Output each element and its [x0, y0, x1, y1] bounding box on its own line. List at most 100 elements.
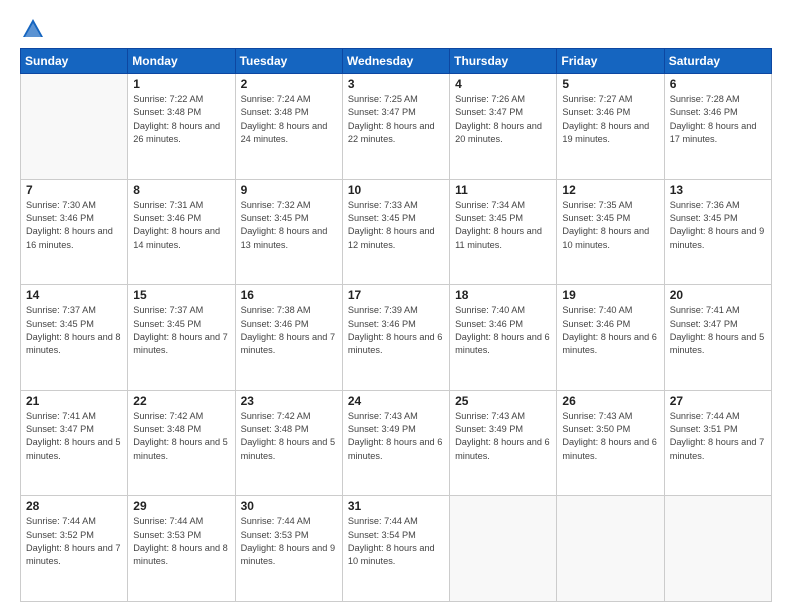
cell-info: Sunrise: 7:22 AMSunset: 3:48 PMDaylight:… [133, 93, 229, 146]
cell-info: Sunrise: 7:25 AMSunset: 3:47 PMDaylight:… [348, 93, 444, 146]
day-number: 22 [133, 394, 229, 408]
calendar-cell: 25 Sunrise: 7:43 AMSunset: 3:49 PMDayligh… [450, 390, 557, 496]
day-number: 25 [455, 394, 551, 408]
day-number: 5 [562, 77, 658, 91]
calendar-cell: 15Sunrise: 7:37 AMSunset: 3:45 PMDayligh… [128, 285, 235, 391]
day-number: 10 [348, 183, 444, 197]
calendar-cell: 2 Sunrise: 7:24 AMSunset: 3:48 PMDaylight… [235, 74, 342, 180]
cell-info: Sunrise: 7:32 AMSunset: 3:45 PMDaylight:… [241, 199, 337, 252]
cell-info: Sunrise: 7:44 AMSunset: 3:53 PMDaylight:… [241, 515, 337, 568]
day-number: 1 [133, 77, 229, 91]
day-number: 21 [26, 394, 122, 408]
day-number: 28 [26, 499, 122, 513]
calendar-cell: 24Sunrise: 7:43 AMSunset: 3:49 PMDayligh… [342, 390, 449, 496]
day-number: 12 [562, 183, 658, 197]
calendar-cell [450, 496, 557, 602]
day-number: 18 [455, 288, 551, 302]
calendar-cell: 10 Sunrise: 7:33 AMSunset: 3:45 PMDayligh… [342, 179, 449, 285]
day-number: 29 [133, 499, 229, 513]
day-number: 9 [241, 183, 337, 197]
cell-info: Sunrise: 7:44 AMSunset: 3:52 PMDaylight:… [26, 515, 122, 568]
calendar-cell: 19 Sunrise: 7:40 AMSunset: 3:46 PMDayligh… [557, 285, 664, 391]
cell-info: Sunrise: 7:44 AMSunset: 3:54 PMDaylight:… [348, 515, 444, 568]
calendar-cell: 4 Sunrise: 7:26 AMSunset: 3:47 PMDaylight… [450, 74, 557, 180]
page: SundayMondayTuesdayWednesdayThursdayFrid… [0, 0, 792, 612]
cell-info: Sunrise: 7:24 AMSunset: 3:48 PMDaylight:… [241, 93, 337, 146]
day-number: 4 [455, 77, 551, 91]
calendar-header-tuesday: Tuesday [235, 49, 342, 74]
cell-info: Sunrise: 7:42 AMSunset: 3:48 PMDaylight:… [241, 410, 337, 463]
cell-info: Sunrise: 7:39 AMSunset: 3:46 PMDaylight:… [348, 304, 444, 357]
calendar-cell: 14Sunrise: 7:37 AMSunset: 3:45 PMDayligh… [21, 285, 128, 391]
calendar-cell: 17 Sunrise: 7:39 AMSunset: 3:46 PMDayligh… [342, 285, 449, 391]
cell-info: Sunrise: 7:40 AMSunset: 3:46 PMDaylight:… [562, 304, 658, 357]
cell-info: Sunrise: 7:37 AMSunset: 3:45 PMDaylight:… [26, 304, 122, 357]
calendar-cell: 1 Sunrise: 7:22 AMSunset: 3:48 PMDaylight… [128, 74, 235, 180]
calendar-cell: 11Sunrise: 7:34 AMSunset: 3:45 PMDayligh… [450, 179, 557, 285]
day-number: 23 [241, 394, 337, 408]
day-number: 26 [562, 394, 658, 408]
cell-info: Sunrise: 7:43 AMSunset: 3:49 PMDaylight:… [348, 410, 444, 463]
day-number: 27 [670, 394, 766, 408]
cell-info: Sunrise: 7:26 AMSunset: 3:47 PMDaylight:… [455, 93, 551, 146]
day-number: 31 [348, 499, 444, 513]
cell-info: Sunrise: 7:36 AMSunset: 3:45 PMDaylight:… [670, 199, 766, 252]
day-number: 6 [670, 77, 766, 91]
cell-info: Sunrise: 7:44 AMSunset: 3:53 PMDaylight:… [133, 515, 229, 568]
calendar-week-4: 21 Sunrise: 7:41 AMSunset: 3:47 PMDayligh… [21, 390, 772, 496]
calendar-cell [664, 496, 771, 602]
calendar-cell: 23 Sunrise: 7:42 AMSunset: 3:48 PMDayligh… [235, 390, 342, 496]
calendar-cell [21, 74, 128, 180]
calendar-cell: 20 Sunrise: 7:41 AMSunset: 3:47 PMDayligh… [664, 285, 771, 391]
cell-info: Sunrise: 7:41 AMSunset: 3:47 PMDaylight:… [670, 304, 766, 357]
calendar-header-thursday: Thursday [450, 49, 557, 74]
calendar-week-3: 14Sunrise: 7:37 AMSunset: 3:45 PMDayligh… [21, 285, 772, 391]
calendar-header-row: SundayMondayTuesdayWednesdayThursdayFrid… [21, 49, 772, 74]
day-number: 3 [348, 77, 444, 91]
calendar-cell: 16 Sunrise: 7:38 AMSunset: 3:46 PMDayligh… [235, 285, 342, 391]
calendar-cell: 30 Sunrise: 7:44 AMSunset: 3:53 PMDayligh… [235, 496, 342, 602]
calendar-cell: 29 Sunrise: 7:44 AMSunset: 3:53 PMDayligh… [128, 496, 235, 602]
day-number: 16 [241, 288, 337, 302]
cell-info: Sunrise: 7:40 AMSunset: 3:46 PMDaylight:… [455, 304, 551, 357]
calendar-week-2: 7Sunrise: 7:30 AMSunset: 3:46 PMDaylight… [21, 179, 772, 285]
cell-info: Sunrise: 7:38 AMSunset: 3:46 PMDaylight:… [241, 304, 337, 357]
cell-info: Sunrise: 7:44 AMSunset: 3:51 PMDaylight:… [670, 410, 766, 463]
day-number: 11 [455, 183, 551, 197]
calendar-week-5: 28 Sunrise: 7:44 AMSunset: 3:52 PMDayligh… [21, 496, 772, 602]
cell-info: Sunrise: 7:43 AMSunset: 3:49 PMDaylight:… [455, 410, 551, 463]
day-number: 20 [670, 288, 766, 302]
calendar-cell: 22 Sunrise: 7:42 AMSunset: 3:48 PMDayligh… [128, 390, 235, 496]
calendar-cell: 27 Sunrise: 7:44 AMSunset: 3:51 PMDayligh… [664, 390, 771, 496]
header [20, 18, 772, 40]
calendar-cell: 18 Sunrise: 7:40 AMSunset: 3:46 PMDayligh… [450, 285, 557, 391]
calendar-week-1: 1 Sunrise: 7:22 AMSunset: 3:48 PMDaylight… [21, 74, 772, 180]
calendar-cell: 21 Sunrise: 7:41 AMSunset: 3:47 PMDayligh… [21, 390, 128, 496]
calendar: SundayMondayTuesdayWednesdayThursdayFrid… [20, 48, 772, 602]
cell-info: Sunrise: 7:42 AMSunset: 3:48 PMDaylight:… [133, 410, 229, 463]
cell-info: Sunrise: 7:28 AMSunset: 3:46 PMDaylight:… [670, 93, 766, 146]
day-number: 2 [241, 77, 337, 91]
calendar-header-monday: Monday [128, 49, 235, 74]
calendar-header-sunday: Sunday [21, 49, 128, 74]
cell-info: Sunrise: 7:35 AMSunset: 3:45 PMDaylight:… [562, 199, 658, 252]
calendar-cell: 13 Sunrise: 7:36 AMSunset: 3:45 PMDayligh… [664, 179, 771, 285]
cell-info: Sunrise: 7:33 AMSunset: 3:45 PMDaylight:… [348, 199, 444, 252]
day-number: 17 [348, 288, 444, 302]
calendar-cell: 26 Sunrise: 7:43 AMSunset: 3:50 PMDayligh… [557, 390, 664, 496]
cell-info: Sunrise: 7:41 AMSunset: 3:47 PMDaylight:… [26, 410, 122, 463]
calendar-header-wednesday: Wednesday [342, 49, 449, 74]
cell-info: Sunrise: 7:27 AMSunset: 3:46 PMDaylight:… [562, 93, 658, 146]
logo-icon [22, 18, 44, 40]
day-number: 8 [133, 183, 229, 197]
calendar-cell: 3 Sunrise: 7:25 AMSunset: 3:47 PMDaylight… [342, 74, 449, 180]
day-number: 13 [670, 183, 766, 197]
day-number: 30 [241, 499, 337, 513]
calendar-header-friday: Friday [557, 49, 664, 74]
cell-info: Sunrise: 7:43 AMSunset: 3:50 PMDaylight:… [562, 410, 658, 463]
calendar-cell: 31 Sunrise: 7:44 AMSunset: 3:54 PMDayligh… [342, 496, 449, 602]
day-number: 19 [562, 288, 658, 302]
calendar-cell [557, 496, 664, 602]
calendar-cell: 6 Sunrise: 7:28 AMSunset: 3:46 PMDaylight… [664, 74, 771, 180]
cell-info: Sunrise: 7:37 AMSunset: 3:45 PMDaylight:… [133, 304, 229, 357]
